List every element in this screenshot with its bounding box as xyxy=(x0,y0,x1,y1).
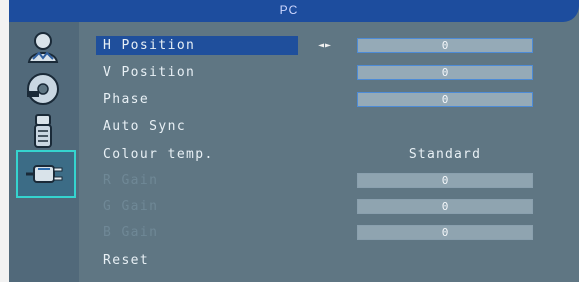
adjust-arrows-icon[interactable]: ◄► xyxy=(318,40,332,51)
osd-sidebar xyxy=(9,22,79,282)
menu-row-r-gain: R Gain 0 xyxy=(93,171,563,193)
menu-row-v-position[interactable]: V Position 0 xyxy=(93,63,563,85)
settings-icon[interactable] xyxy=(17,110,69,152)
osd-title-bar: PC xyxy=(9,0,579,22)
g-gain-label: G Gain xyxy=(103,199,159,214)
colour-temp-label: Colour temp. xyxy=(103,147,214,162)
v-position-slider[interactable]: 0 xyxy=(357,65,533,80)
menu-row-auto-sync[interactable]: Auto Sync xyxy=(93,117,563,139)
menu-row-h-position[interactable]: H Position ◄► 0 xyxy=(93,36,563,58)
person-icon[interactable] xyxy=(17,26,69,68)
colour-temp-value[interactable]: Standard xyxy=(357,147,533,162)
menu-row-phase[interactable]: Phase 0 xyxy=(93,90,563,112)
menu-row-g-gain: G Gain 0 xyxy=(93,197,563,219)
phase-slider[interactable]: 0 xyxy=(357,92,533,107)
plug-icon[interactable] xyxy=(16,150,76,198)
r-gain-label: R Gain xyxy=(103,173,159,188)
r-gain-slider: 0 xyxy=(357,173,533,188)
h-position-label: H Position xyxy=(103,38,196,53)
h-position-slider[interactable]: 0 xyxy=(357,38,533,53)
pc-settings-osd: PC H Position ◄► 0 V Position 0 Phase 0 … xyxy=(9,0,579,282)
menu-row-b-gain: B Gain 0 xyxy=(93,223,563,245)
auto-sync-label: Auto Sync xyxy=(103,119,187,134)
reset-label: Reset xyxy=(103,253,150,268)
g-gain-slider: 0 xyxy=(357,199,533,214)
b-gain-label: B Gain xyxy=(103,225,159,240)
menu-row-reset[interactable]: Reset xyxy=(93,251,563,273)
disc-icon[interactable] xyxy=(17,68,69,110)
menu-row-colour-temp[interactable]: Colour temp. Standard xyxy=(93,145,563,167)
osd-title: PC xyxy=(279,3,299,17)
phase-label: Phase xyxy=(103,92,150,107)
v-position-label: V Position xyxy=(103,65,196,80)
b-gain-slider: 0 xyxy=(357,225,533,240)
